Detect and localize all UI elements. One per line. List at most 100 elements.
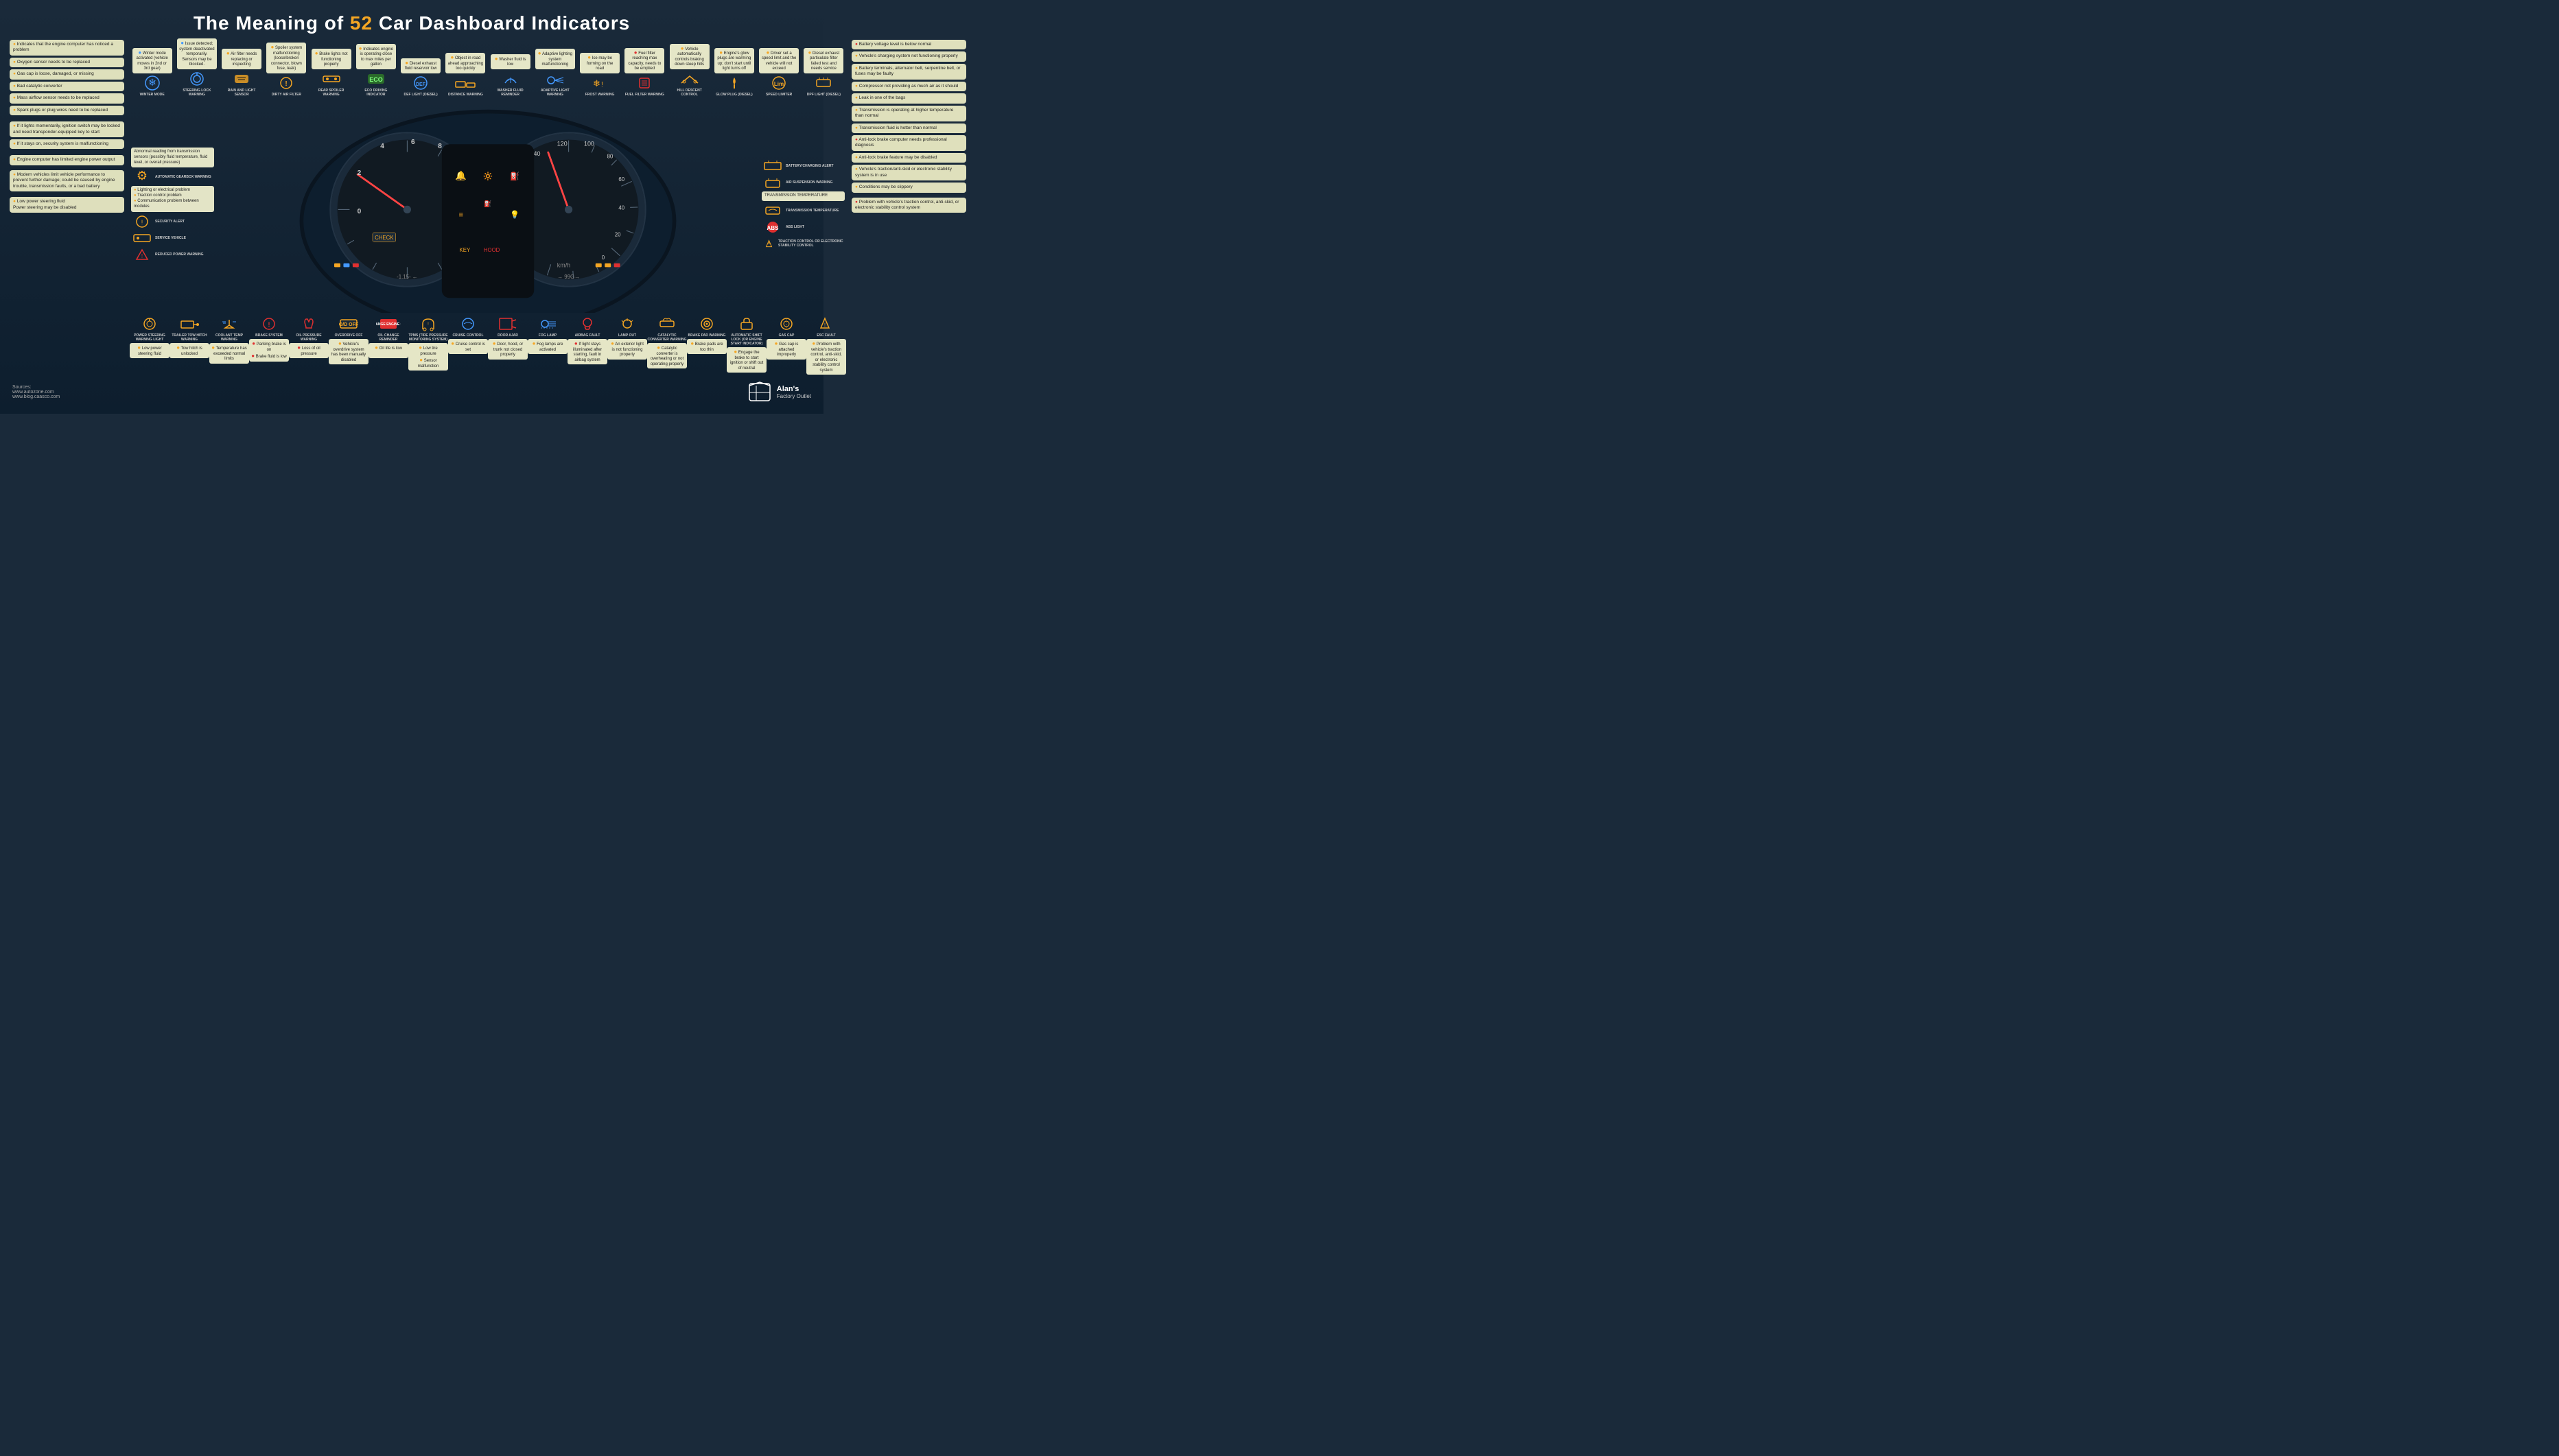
svg-text:🔆: 🔆 (483, 171, 493, 180)
indicator-fuel-filter: ● Fuel filter reaching max capacity, nee… (624, 48, 664, 97)
center-panel: ● Winter mode activated (vehicle moves i… (130, 38, 846, 375)
indicator-oil-pressure: OIL PRESSURE WARNING ● Loss of oil press… (289, 314, 329, 358)
svg-text:!: ! (428, 322, 429, 327)
svg-text:❄: ❄ (148, 77, 156, 88)
svg-text:🔔: 🔔 (455, 170, 467, 180)
indicator-lamp-out: LAMP OUT ● An exterior light is not func… (607, 314, 647, 360)
right-callout-3: Battery terminals, alternator belt, serp… (852, 64, 966, 80)
indicator-distance: ● Object in road ahead approaching too q… (445, 53, 485, 97)
left-callout-8: If it stays on, security system is malfu… (10, 139, 124, 149)
right-callout-2: Vehicle's charging system not functionin… (852, 51, 966, 61)
indicator-catalytic: CATALYTIC CONVERTER WARNING ● Catalytic … (647, 314, 687, 368)
right-callout-10: Vehicle's traction/anti-skid or electron… (852, 165, 966, 180)
right-callout-6: Transmission is operating at higher temp… (852, 106, 966, 121)
mid-row: Abnormal reading from transmission senso… (130, 98, 846, 314)
svg-text:≡: ≡ (459, 211, 464, 219)
indicator-oil-change: CHANGE ENGINE OIL OIL CHANGE REMINDER ● … (369, 314, 408, 358)
left-callout-2: Oxygen sensor needs to be replaced (10, 58, 124, 67)
left-callout-3: Gas cap is loose, damaged, or missing (10, 69, 124, 79)
indicator-winter-mode: ● Winter mode activated (vehicle moves i… (132, 48, 172, 97)
indicator-def: ● Diesel exhaust fluid reservoir low DEF… (401, 58, 441, 97)
svg-text:💡: 💡 (510, 209, 519, 219)
indicator-washer: ● Washer fluid is low WASHER FLUID REMIN… (491, 54, 530, 97)
left-callout-10: Modern vehicles limit vehicle performanc… (10, 170, 124, 191)
indicator-airbag: AIRBAG FAULT ● If light stays illuminate… (568, 314, 607, 364)
svg-text:⚙: ⚙ (137, 169, 148, 183)
svg-text:→ 99G→: → 99G→ (557, 274, 580, 280)
indicator-brake: ! BRAKE SYSTEM ● Parking brake is on● Br… (249, 314, 289, 362)
indicator-cruise: CRUISE CONTROL ● Cruise control is set (448, 314, 488, 354)
top-indicators-row: ● Winter mode activated (vehicle moves i… (130, 38, 846, 97)
svg-text:km/h: km/h (557, 261, 570, 268)
svg-text:6: 6 (411, 139, 415, 146)
right-callout-5: Leak in one of the bags (852, 93, 966, 103)
svg-text:CHANGE ENGINE OIL: CHANGE ENGINE OIL (376, 322, 401, 327)
right-callout-12: Problem with vehicle's traction control,… (852, 198, 966, 213)
svg-text:ABS: ABS (767, 225, 780, 231)
svg-text:DEF: DEF (416, 82, 426, 87)
indicator-steering-lock: ● Issue detected; system deactivated tem… (177, 38, 217, 97)
indicator-gas-cap: GAS CAP ● Gas cap is attached improperly (767, 314, 806, 360)
svg-text:20: 20 (615, 231, 621, 237)
indicator-fog-lamp: FOG LAMP ● Fog lamps are activated (528, 314, 568, 354)
indicator-eco: ● Indicates engine is operating close to… (356, 44, 396, 97)
svg-text:0: 0 (358, 207, 362, 215)
indicator-brake-pad: BRAKE PAD WARNING ● Brake pads are too t… (687, 314, 727, 354)
svg-text:!: ! (141, 219, 143, 226)
indicator-glow-plug: ● Engine's glow plugs are warming up; do… (714, 48, 754, 97)
indicator-frost: ● Ice may be forming on the road ❄! FROS… (580, 53, 620, 97)
svg-text:KEY: KEY (460, 246, 471, 253)
right-callout-9: Anti-lock brake feature may be disabled (852, 153, 966, 163)
right-callout-1: Battery voltage level is below normal (852, 40, 966, 49)
indicator-door-ajar: DOOR AJAR ● Door, hood, or trunk not clo… (488, 314, 528, 360)
dashboard-svg: 0 2 4 6 8 % RPM ×10 CHECK (296, 98, 680, 314)
svg-text:ECO: ECO (369, 76, 383, 83)
svg-text:0: 0 (602, 255, 605, 261)
mid-right-callout-1: TRANSMISSION TEMPERATURE (762, 191, 845, 201)
svg-text:⛽: ⛽ (484, 199, 491, 207)
indicator-power-steering: POWER STEERING WARNING LIGHT ● Low power… (130, 314, 170, 358)
svg-text:100: 100 (584, 140, 594, 147)
indicator-speed-limiter: ● Driver set a speed limit and the vehic… (759, 48, 799, 97)
svg-text:!: ! (824, 323, 826, 328)
svg-text:8: 8 (438, 142, 442, 150)
left-callout-1: Indicates that the engine computer has n… (10, 40, 124, 56)
indicator-trailer-tow: TRAILER TOW HITCH WARNING ● Tow hitch is… (170, 314, 209, 358)
left-callout-11: Low power steering fluidPower steering m… (10, 197, 124, 213)
svg-text:❄: ❄ (593, 78, 600, 89)
svg-text:HOOD: HOOD (484, 246, 500, 253)
mid-right-indicators: BATTERY/CHARGING ALERT AIR SUSPENSION WA… (760, 157, 846, 254)
indicator-tpms: ! TPMS (Tire pressure monitoring system)… (408, 314, 448, 371)
dashboard-graphic: 0 2 4 6 8 % RPM ×10 CHECK (215, 98, 760, 314)
indicator-dpf: ● Diesel exhaust particulate filter fail… (804, 48, 843, 97)
main-container: The Meaning of 52 Car Dashboard Indicato… (0, 0, 823, 414)
indicator-coolant: COOLANT TEMP WARNING ● Temperature has e… (209, 314, 249, 364)
right-callout-8: Anti-lock brake computer needs professio… (852, 135, 966, 151)
left-callout-6: Spark plugs or plug wires need to be rep… (10, 106, 124, 115)
indicator-adaptive: ● Adaptive lighting system malfunctionin… (535, 49, 575, 97)
bottom-indicators-row: POWER STEERING WARNING LIGHT ● Low power… (130, 314, 846, 375)
indicator-shift-lock: AUTOMATIC SHIFT LOCK (or Engine Start In… (727, 314, 767, 373)
indicator-rain-light: ● Air filter needs replacing or inspecti… (222, 49, 261, 97)
svg-text:!: ! (268, 321, 270, 328)
svg-text:2: 2 (358, 169, 362, 176)
mid-left-callout-2: ● Lighting or electrical problem ● Tract… (131, 186, 214, 211)
brand-logo: Alan's Factory Outlet (746, 380, 811, 404)
svg-text:O/D OFF: O/D OFF (339, 322, 359, 327)
svg-text:4: 4 (380, 142, 384, 150)
svg-text:⛽: ⛽ (510, 171, 519, 180)
left-callout-4: Bad catalytic converter (10, 82, 124, 91)
svg-text:!: ! (141, 253, 143, 259)
svg-text:!: ! (601, 81, 603, 89)
indicator-hill-descent: ● Vehicle automatically controls braking… (670, 44, 710, 97)
indicator-dirty-air: ● Spoiler system malfunctioning (loose/b… (266, 43, 306, 97)
right-callout-11: Conditions may be slippery (852, 183, 966, 192)
sources-section: Sources: www.autozone.com www.blog.caasc… (12, 385, 60, 399)
svg-text:120: 120 (557, 140, 568, 147)
right-panel: Battery voltage level is below normal Ve… (849, 38, 969, 375)
left-panel: Indicates that the engine computer has n… (7, 38, 127, 375)
svg-text:!: ! (285, 80, 288, 88)
page-title: The Meaning of 52 Car Dashboard Indicato… (7, 7, 817, 38)
svg-text:40: 40 (618, 204, 624, 211)
left-callout-9: Engine computer has limited engine power… (10, 155, 124, 165)
